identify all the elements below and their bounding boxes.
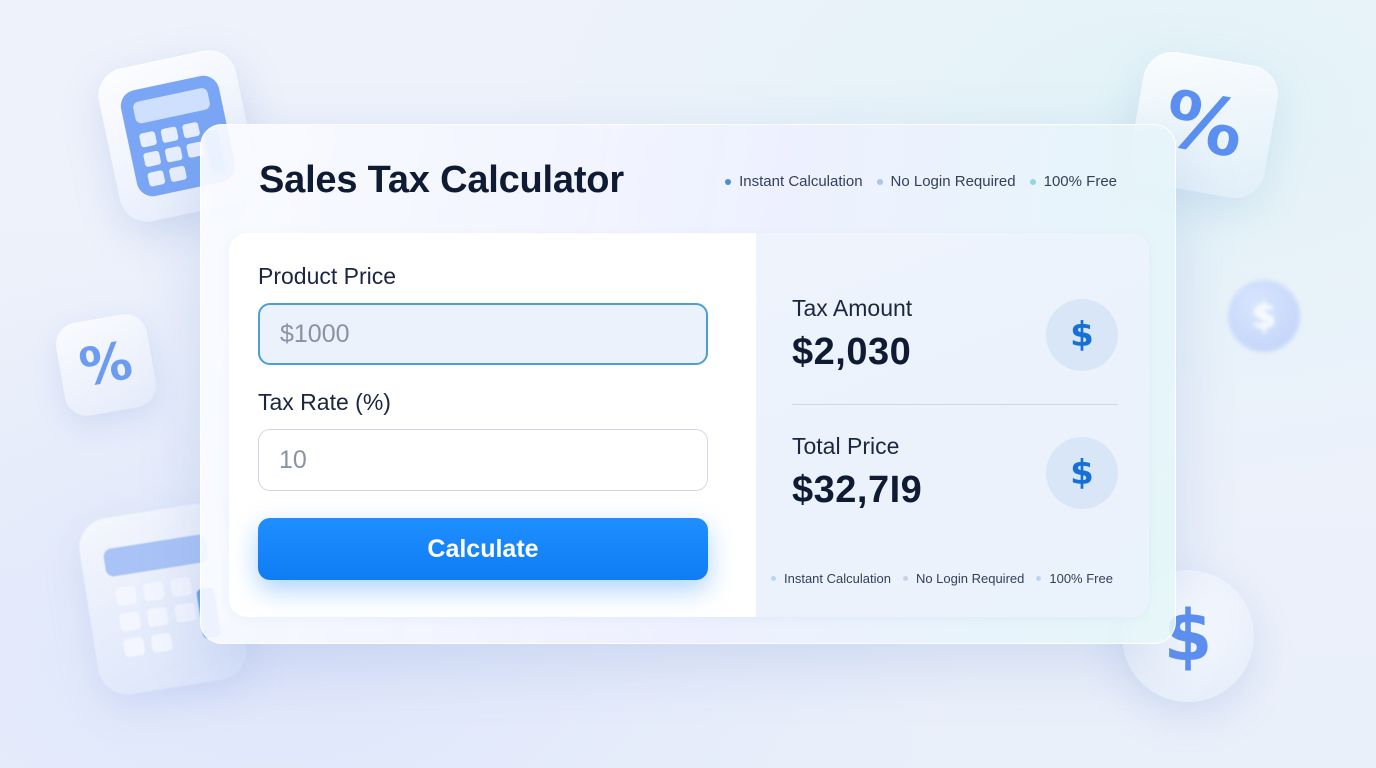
bullet-dot xyxy=(1029,178,1036,185)
feature-list-top: Instant Calculation No Login Required 10… xyxy=(711,173,1117,190)
product-price-input[interactable]: $1000 xyxy=(258,303,708,365)
results-divider xyxy=(792,404,1118,405)
total-price-value: $32,7I9 xyxy=(792,469,923,511)
bullet-dot xyxy=(902,576,908,581)
results-panel: Tax Amount $2,030 $ Total Price $32,7I9 … xyxy=(756,233,1149,617)
feature-label: No Login Required xyxy=(915,571,1025,586)
tax-rate-input[interactable]: 10 xyxy=(258,429,708,491)
dollar-coin-decoration-blurred: $ xyxy=(1228,280,1300,352)
percent-decoration-left: % xyxy=(52,310,160,420)
input-panel: Product Price $1000 Tax Rate (%) 10 Calc… xyxy=(229,233,756,617)
product-price-label: Product Price xyxy=(258,263,397,289)
product-price-value: $1000 xyxy=(280,319,350,348)
tax-rate-value: 10 xyxy=(279,445,307,474)
page-title: Sales Tax Calculator xyxy=(259,159,624,201)
calculator-body: Product Price $1000 Tax Rate (%) 10 Calc… xyxy=(229,233,1149,617)
feature-item: Instant Calculation xyxy=(725,173,863,190)
feature-label: 100% Free xyxy=(1043,173,1117,190)
bullet-dot xyxy=(876,178,883,185)
feature-label: No Login Required xyxy=(890,173,1016,190)
feature-item: Instant Calculation xyxy=(771,571,891,586)
tax-rate-label: Tax Rate (%) xyxy=(258,389,391,415)
bullet-dot xyxy=(1036,576,1042,581)
dollar-coin-icon: $ xyxy=(1251,295,1277,337)
feature-item: No Login Required xyxy=(902,571,1025,586)
dollar-icon-glyph: $ xyxy=(1070,315,1094,355)
feature-item: 100% Free xyxy=(1036,571,1113,586)
percent-icon: % xyxy=(75,330,137,400)
feature-item: 100% Free xyxy=(1029,173,1117,190)
dollar-icon: $ xyxy=(1046,299,1118,371)
feature-label: Instant Calculation xyxy=(784,571,891,586)
calculator-card: Sales Tax Calculator Instant Calculation… xyxy=(200,124,1176,644)
dollar-icon: $ xyxy=(1046,437,1118,509)
feature-label: Instant Calculation xyxy=(739,173,863,190)
tax-amount-label: Tax Amount xyxy=(792,295,913,321)
dollar-icon-glyph: $ xyxy=(1070,453,1094,493)
bullet-dot xyxy=(725,178,732,185)
calculate-button[interactable]: Calculate xyxy=(258,518,708,580)
feature-item: No Login Required xyxy=(876,173,1016,190)
bullet-dot xyxy=(771,576,776,581)
tax-amount-value: $2,030 xyxy=(792,331,912,373)
feature-list-bottom: Instant Calculation No Login Required 10… xyxy=(771,571,1125,586)
feature-label: 100% Free xyxy=(1049,571,1113,586)
total-price-label: Total Price xyxy=(792,433,900,459)
